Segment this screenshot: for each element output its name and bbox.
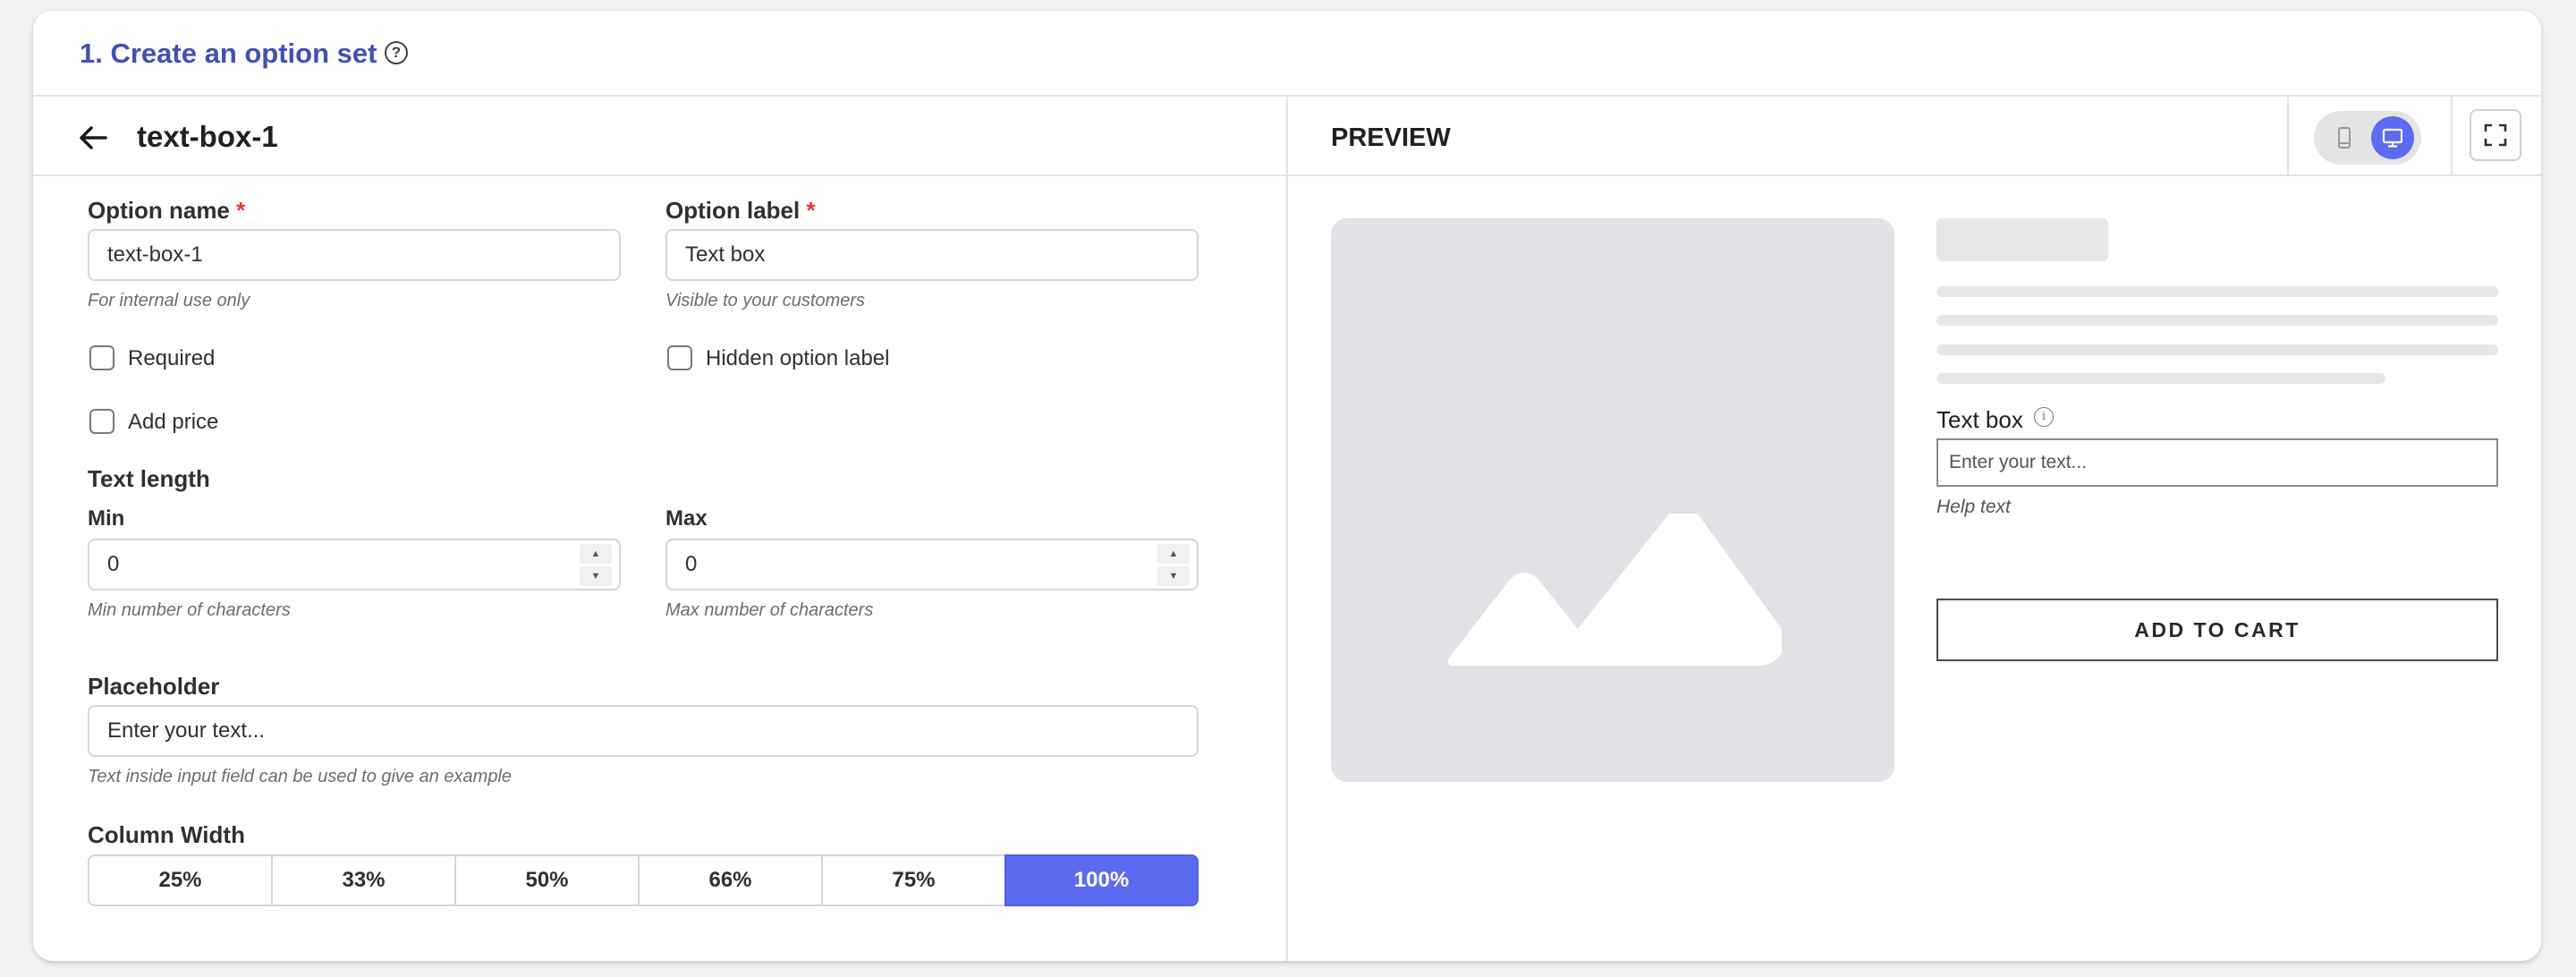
device-toggle bbox=[2314, 111, 2421, 165]
header-separator bbox=[2287, 97, 2289, 175]
option-name-hint: For internal use only bbox=[88, 291, 250, 310]
preview-text-input[interactable]: Enter your text... bbox=[1936, 438, 2498, 487]
option-label-hint: Visible to your customers bbox=[665, 291, 866, 310]
max-length-stepper[interactable]: 0 ▲ ▼ bbox=[665, 539, 1199, 590]
question-circle-icon[interactable]: ? bbox=[385, 41, 408, 64]
hidden-option-label-checkbox[interactable] bbox=[667, 345, 692, 370]
option-name-input[interactable]: text-box-1 bbox=[88, 229, 621, 281]
option-label-input[interactable]: Text box bbox=[665, 229, 1199, 281]
min-length-stepper[interactable]: 0 ▲ ▼ bbox=[88, 539, 621, 590]
card-header: 1. Create an option set ? bbox=[33, 11, 2541, 97]
expand-button[interactable] bbox=[2470, 109, 2521, 161]
mobile-view-button[interactable] bbox=[2323, 116, 2366, 159]
min-length-hint: Min number of characters bbox=[88, 600, 291, 620]
max-length-hint: Max number of characters bbox=[665, 600, 874, 620]
title-skeleton bbox=[1936, 218, 2108, 261]
info-icon[interactable]: i bbox=[2034, 407, 2054, 427]
add-price-checkbox[interactable] bbox=[89, 409, 114, 434]
preview-field-label: Text box bbox=[1936, 406, 2023, 433]
mobile-icon bbox=[2338, 127, 2351, 149]
text-skeleton bbox=[1936, 344, 2498, 355]
placeholder-label: Placeholder bbox=[88, 673, 220, 700]
max-spinner: ▲ ▼ bbox=[1157, 544, 1190, 587]
column-width-selector: 25% 33% 50% 66% 75% 100% bbox=[88, 854, 1199, 906]
increment-icon[interactable]: ▲ bbox=[580, 544, 612, 564]
text-length-heading: Text length bbox=[88, 465, 210, 492]
hidden-option-label-checkbox-label[interactable]: Hidden option label bbox=[706, 346, 890, 371]
text-skeleton bbox=[1936, 286, 2498, 297]
column-width-100[interactable]: 100% bbox=[1004, 854, 1199, 906]
text-skeleton bbox=[1936, 315, 2498, 326]
increment-icon[interactable]: ▲ bbox=[1157, 544, 1190, 564]
text-skeleton bbox=[1936, 373, 2385, 384]
arrow-left-icon[interactable] bbox=[78, 123, 108, 153]
option-name-heading: text-box-1 bbox=[137, 120, 278, 153]
min-length-value: 0 bbox=[107, 552, 120, 576]
placeholder-hint: Text inside input field can be used to g… bbox=[88, 767, 513, 786]
column-width-25[interactable]: 25% bbox=[88, 854, 273, 906]
column-width-66[interactable]: 66% bbox=[638, 854, 823, 906]
option-name-label: Option name * bbox=[88, 197, 246, 224]
subheader-divider bbox=[33, 174, 2541, 176]
preview-help-text: Help text bbox=[1936, 497, 2011, 517]
desktop-icon bbox=[2382, 128, 2403, 148]
option-label-label: Option label * bbox=[665, 197, 816, 224]
max-label: Max bbox=[665, 506, 708, 531]
page-title: 1. Create an option set bbox=[80, 38, 377, 69]
decrement-icon[interactable]: ▼ bbox=[580, 566, 612, 586]
add-to-cart-button[interactable]: ADD TO CART bbox=[1936, 599, 2498, 661]
min-spinner: ▲ ▼ bbox=[580, 544, 612, 587]
desktop-view-button[interactable] bbox=[2371, 116, 2414, 159]
min-label: Min bbox=[88, 506, 125, 531]
image-placeholder-icon bbox=[1448, 514, 1782, 666]
header-separator bbox=[2451, 97, 2453, 175]
required-checkbox[interactable] bbox=[89, 345, 114, 370]
decrement-icon[interactable]: ▼ bbox=[1157, 566, 1190, 586]
column-width-50[interactable]: 50% bbox=[454, 854, 640, 906]
required-checkbox-label[interactable]: Required bbox=[128, 346, 215, 371]
panel-divider bbox=[1286, 97, 1288, 961]
add-price-checkbox-label[interactable]: Add price bbox=[128, 410, 218, 435]
column-width-label: Column Width bbox=[88, 821, 245, 848]
preview-title: PREVIEW bbox=[1331, 123, 1451, 152]
column-width-75[interactable]: 75% bbox=[821, 854, 1006, 906]
product-image-placeholder bbox=[1331, 218, 1894, 782]
expand-icon bbox=[2484, 123, 2507, 147]
column-width-33[interactable]: 33% bbox=[271, 854, 456, 906]
placeholder-input[interactable]: Enter your text... bbox=[88, 705, 1199, 757]
option-set-card: 1. Create an option set ? text-box-1 PRE… bbox=[33, 11, 2541, 961]
max-length-value: 0 bbox=[685, 552, 698, 576]
